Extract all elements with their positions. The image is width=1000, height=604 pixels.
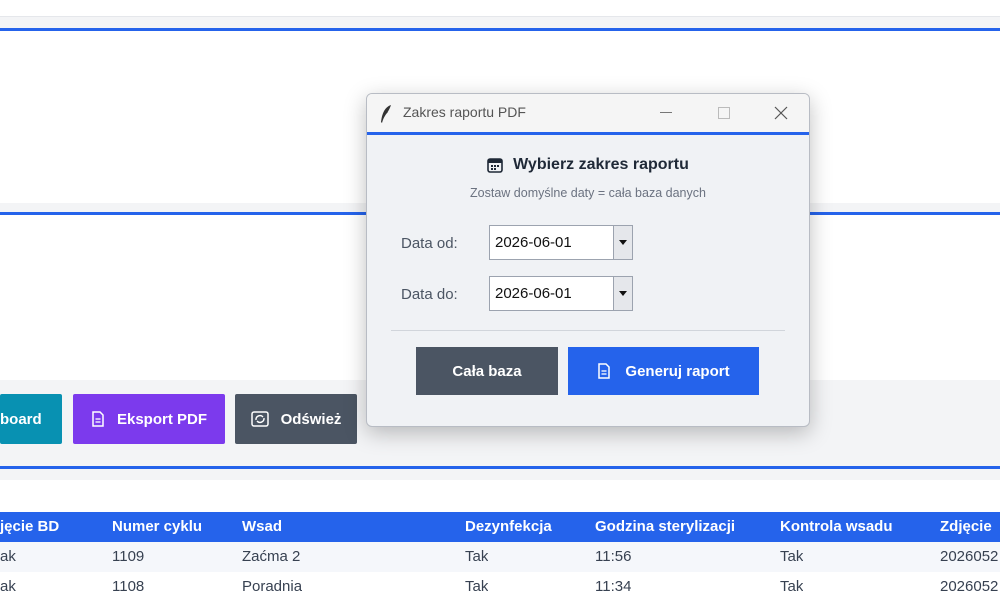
column-header[interactable]: Wsad — [242, 512, 282, 542]
dialog-heading-text: Wybierz zakres raportu — [513, 156, 689, 173]
dashboard-button-label: board — [0, 410, 42, 428]
column-header[interactable]: Godzina sterylizacji — [595, 512, 735, 542]
dialog-heading: Wybierz zakres raportu — [367, 156, 809, 174]
table-row[interactable]: ak 1109 Zaćma 2 Tak 11:56 Tak 2026052 — [0, 542, 1000, 572]
report-range-dialog: Zakres raportu PDF Wybierz zakres raport… — [366, 93, 810, 427]
generate-report-button[interactable]: Generuj raport — [568, 347, 759, 395]
dialog-titlebar[interactable]: Zakres raportu PDF — [367, 94, 809, 132]
table-cell: 2026052 — [940, 578, 999, 595]
top-panel — [0, 0, 1000, 17]
refresh-label: Odśwież — [280, 410, 342, 428]
refresh-button[interactable]: Odśwież — [235, 394, 357, 444]
date-to-value: 2026-06-01 — [495, 285, 572, 302]
feather-icon — [379, 104, 393, 129]
chevron-down-icon[interactable] — [613, 277, 632, 310]
table-cell: Tak — [780, 578, 804, 595]
dashboard-button[interactable]: board — [0, 394, 62, 444]
dialog-accent-bar — [367, 132, 809, 135]
dialog-window-title: Zakres raportu PDF — [403, 104, 526, 120]
column-header[interactable]: Numer cyklu — [112, 512, 202, 542]
date-from-value: 2026-06-01 — [495, 234, 572, 251]
column-header[interactable]: jęcie BD — [0, 512, 59, 542]
table-cell: Tak — [465, 578, 489, 595]
table-cell: ak — [0, 548, 16, 565]
date-from-picker[interactable]: 2026-06-01 — [489, 225, 633, 260]
document-icon — [597, 363, 611, 379]
whole-database-label: Cała baza — [452, 362, 522, 380]
column-header[interactable]: Kontrola wsadu — [780, 512, 893, 542]
date-to-label: Data do: — [401, 286, 458, 303]
maximize-icon[interactable] — [709, 100, 739, 126]
refresh-icon — [250, 411, 269, 427]
generate-report-label: Generuj raport — [625, 362, 730, 380]
table-cell: 1109 — [112, 548, 145, 565]
column-header[interactable]: Zdjęcie — [940, 512, 992, 542]
export-pdf-button[interactable]: Eksport PDF — [73, 394, 225, 444]
table-cell: Tak — [465, 548, 489, 565]
table-cell: Poradnia — [242, 578, 303, 595]
dialog-subtitle: Zostaw domyślne daty = cała baza danych — [470, 186, 706, 200]
table-cell: ak — [0, 578, 16, 595]
table-header: jęcie BD Numer cyklu Wsad Dezynfekcja Go… — [0, 512, 1000, 542]
table-cell: 11:34 — [595, 578, 632, 595]
date-to-picker[interactable]: 2026-06-01 — [489, 276, 633, 311]
table-cell: 2026052 — [940, 548, 999, 565]
column-header[interactable]: Dezynfekcja — [465, 512, 552, 542]
table-cell: 1108 — [112, 578, 145, 595]
data-table: jęcie BD Numer cyklu Wsad Dezynfekcja Go… — [0, 480, 1000, 604]
close-icon[interactable] — [766, 100, 796, 126]
table-cell: Zaćma 2 — [242, 548, 301, 565]
table-cell: Tak — [780, 548, 804, 565]
whole-database-button[interactable]: Cała baza — [416, 347, 558, 395]
table-cell: 11:56 — [595, 548, 632, 565]
document-icon — [91, 411, 105, 427]
dialog-divider — [391, 330, 785, 331]
table-row[interactable]: ak 1108 Poradnia Tak 11:34 Tak 2026052 — [0, 572, 1000, 602]
export-pdf-label: Eksport PDF — [116, 410, 207, 428]
date-from-label: Data od: — [401, 235, 458, 252]
chevron-down-icon[interactable] — [613, 226, 632, 259]
minimize-icon[interactable] — [651, 100, 681, 126]
calendar-icon — [487, 157, 503, 173]
